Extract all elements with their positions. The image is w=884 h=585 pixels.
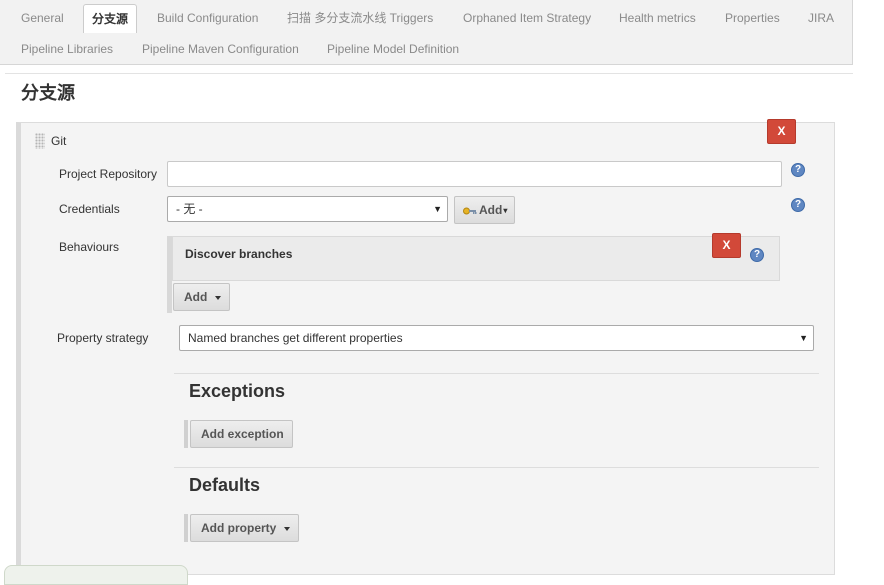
credentials-label: Credentials (59, 202, 120, 216)
help-icon[interactable]: ? (791, 198, 805, 212)
divider (174, 467, 819, 468)
exceptions-bar (184, 420, 188, 448)
tab-build-configuration[interactable]: Build Configuration (149, 4, 266, 32)
tab-branch-sources[interactable]: 分支源 (83, 4, 138, 33)
dropdown-arrow-icon: ▾ (503, 205, 508, 215)
tab-pipeline-maven-configuration[interactable]: Pipeline Maven Configuration (134, 35, 307, 63)
dropdown-arrow-icon: ▼ (433, 204, 442, 214)
project-repository-label: Project Repository (59, 167, 158, 181)
property-strategy-select[interactable]: Named branches get different properties … (179, 325, 814, 351)
help-icon[interactable]: ? (750, 248, 764, 262)
add-exception-button[interactable]: Add exception (190, 420, 293, 448)
divider (174, 373, 819, 374)
add-property-label: Add property (201, 521, 277, 535)
dropdown-arrow-icon: ▼ (799, 333, 808, 343)
help-icon[interactable]: ? (791, 163, 805, 177)
defaults-title: Defaults (189, 475, 261, 495)
add-credentials-label: Add (479, 203, 503, 217)
caret-down-icon (215, 295, 222, 300)
tab-pipeline-libraries[interactable]: Pipeline Libraries (13, 35, 121, 63)
caret-down-icon (284, 526, 291, 531)
behaviour-title: Discover branches (185, 247, 293, 261)
tab-properties[interactable]: Properties (717, 4, 788, 32)
add-credentials-button[interactable]: Add▾ (454, 196, 515, 224)
tab-health-metrics[interactable]: Health metrics (611, 4, 704, 32)
property-strategy-selected-value: Named branches get different properties (188, 331, 403, 345)
property-strategy-label: Property strategy (57, 331, 149, 345)
delete-source-button[interactable]: X (767, 119, 796, 144)
tab-jira[interactable]: JIRA (800, 4, 842, 32)
tab-scan-triggers[interactable]: 扫描 多分支流水线 Triggers (279, 4, 441, 32)
key-icon (463, 198, 477, 224)
drag-handle-icon[interactable] (35, 133, 45, 149)
exceptions-title: Exceptions (189, 381, 286, 401)
add-behaviour-label: Add (184, 290, 208, 304)
config-tab-bar: General 分支源 Build Configuration 扫描 多分支流水… (0, 0, 853, 65)
behaviour-item-discover-branches: Discover branches (172, 236, 780, 281)
behaviours-label: Behaviours (59, 240, 120, 254)
tab-orphaned-item-strategy[interactable]: Orphaned Item Strategy (455, 4, 599, 32)
credentials-select[interactable]: - 无 - ▼ (167, 196, 448, 222)
credentials-selected-value: - 无 - (176, 202, 203, 216)
git-source-title: Git (51, 134, 67, 148)
defaults-bar (184, 514, 188, 542)
add-property-button[interactable]: Add property (190, 514, 299, 542)
add-behaviour-button[interactable]: Add (173, 283, 230, 311)
tab-general[interactable]: General (13, 4, 72, 32)
delete-behaviour-button[interactable]: X (712, 233, 741, 258)
bottom-tab[interactable] (4, 565, 188, 585)
tab-pipeline-model-definition[interactable]: Pipeline Model Definition (319, 35, 467, 63)
section-title: 分支源 (21, 83, 75, 103)
project-repository-input[interactable] (167, 161, 782, 187)
